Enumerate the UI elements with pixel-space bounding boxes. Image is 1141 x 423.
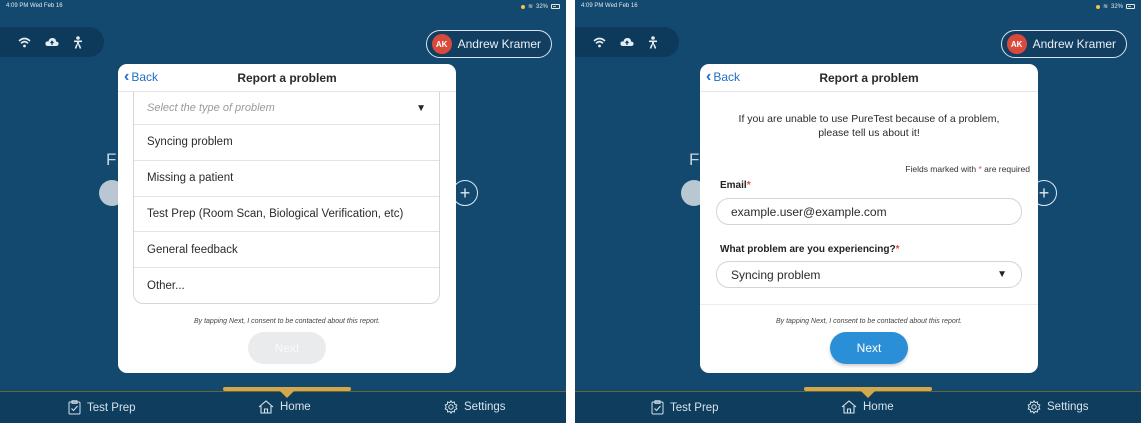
option-other[interactable]: Other... — [134, 268, 439, 304]
dropdown-placeholder: Select the type of problem — [147, 102, 275, 114]
modal-title: Report a problem — [237, 70, 337, 85]
problem-type-dropdown[interactable]: Select the type of problem ▼ Syncing pro… — [133, 92, 440, 304]
gear-icon — [1027, 400, 1041, 414]
tab-test-prep[interactable]: Test Prep — [68, 400, 136, 415]
avatar: AK — [1006, 34, 1027, 54]
email-value: example.user@example.com — [731, 204, 887, 219]
clipboard-check-icon — [651, 400, 664, 415]
home-icon — [841, 400, 857, 414]
next-button[interactable]: Next — [248, 332, 326, 364]
tab-label: Settings — [464, 401, 506, 413]
location-dot-icon — [520, 4, 525, 9]
report-problem-modal: ‹ Back Report a problem Select the type … — [118, 64, 456, 373]
user-profile-button[interactable]: AK Andrew Kramer — [1000, 30, 1127, 58]
tab-label: Test Prep — [87, 401, 136, 414]
tab-settings[interactable]: Settings — [1027, 400, 1089, 414]
tab-home[interactable]: Home — [258, 400, 311, 414]
background-heading-fragment: F — [106, 150, 117, 169]
wifi-status-icon: ≋ — [1102, 4, 1108, 10]
active-tab-caret — [861, 391, 875, 398]
tab-settings[interactable]: Settings — [444, 400, 506, 414]
accessibility-icon — [648, 35, 658, 49]
status-battery: ≋ 32% — [1095, 3, 1135, 10]
user-name: Andrew Kramer — [457, 37, 541, 51]
tab-label: Settings — [1047, 401, 1089, 413]
back-button[interactable]: ‹ Back — [706, 68, 741, 85]
wifi-status-icon: ≋ — [527, 4, 533, 10]
form-intro-text: If you are unable to use PureTest becaus… — [738, 113, 1000, 139]
clipboard-check-icon — [68, 400, 81, 415]
status-bar: 4:09 PM Wed Feb 16 ≋ 32% — [575, 0, 1141, 14]
option-syncing-problem[interactable]: Syncing problem — [134, 125, 439, 161]
location-dot-icon — [1095, 4, 1100, 9]
problem-label: What problem are you experiencing?* — [720, 244, 900, 255]
status-battery: ≋ 32% — [520, 3, 560, 10]
user-profile-button[interactable]: AK Andrew Kramer — [425, 30, 552, 58]
active-tab-caret — [280, 391, 294, 398]
dropdown-arrow-icon: ▼ — [997, 269, 1007, 280]
tab-bar: Test Prep Home Settings — [0, 387, 566, 423]
next-button[interactable]: Next — [830, 332, 908, 364]
chevron-left-icon: ‹ — [706, 68, 712, 85]
consent-text: By tapping Next, I consent to be contact… — [193, 318, 380, 325]
dropdown-arrow-icon: ▼ — [416, 102, 426, 114]
tab-label: Test Prep — [670, 401, 719, 414]
battery-percent: 32% — [1110, 3, 1123, 10]
cloud-upload-icon — [620, 37, 634, 47]
status-time: 4:09 PM Wed Feb 16 — [6, 3, 63, 9]
required-fields-note: Fields marked with * are required — [905, 164, 1030, 174]
tab-test-prep[interactable]: Test Prep — [651, 400, 719, 415]
report-problem-modal: ‹ Back Report a problem If you are unabl… — [700, 64, 1038, 373]
connection-status-pill — [575, 27, 679, 57]
home-icon — [258, 400, 274, 414]
problem-type-select[interactable]: Select the type of problem ▼ — [134, 92, 439, 125]
gear-icon — [444, 400, 458, 414]
user-name: Andrew Kramer — [1032, 37, 1116, 51]
problem-type-select[interactable]: Syncing problem ▼ — [716, 261, 1022, 288]
divider — [700, 304, 1038, 305]
status-time: 4:09 PM Wed Feb 16 — [581, 3, 638, 9]
battery-icon — [1126, 4, 1135, 9]
back-label: Back — [131, 70, 159, 84]
screen-right: 4:09 PM Wed Feb 16 ≋ 32% AK Andrew Krame… — [575, 0, 1141, 423]
option-missing-patient[interactable]: Missing a patient — [134, 161, 439, 197]
consent-text: By tapping Next, I consent to be contact… — [775, 318, 962, 325]
email-field[interactable]: example.user@example.com — [716, 198, 1022, 225]
background-heading-fragment: F — [689, 150, 700, 169]
back-label: Back — [713, 70, 741, 84]
accessibility-icon — [73, 35, 83, 49]
modal-header: ‹ Back Report a problem — [700, 64, 1038, 92]
wifi-icon — [18, 37, 31, 48]
option-test-prep[interactable]: Test Prep (Room Scan, Biological Verific… — [134, 197, 439, 233]
tab-home[interactable]: Home — [841, 400, 894, 414]
cloud-upload-icon — [45, 37, 59, 47]
avatar: AK — [431, 34, 452, 54]
problem-value: Syncing problem — [731, 267, 821, 282]
battery-icon — [551, 4, 560, 9]
tab-label: Home — [280, 401, 311, 413]
tab-bar: Test Prep Home Settings — [575, 387, 1141, 423]
status-bar: 4:09 PM Wed Feb 16 ≋ 32% — [0, 0, 566, 14]
connection-status-pill — [0, 27, 104, 57]
chevron-left-icon: ‹ — [124, 68, 130, 85]
tab-label: Home — [863, 401, 894, 413]
email-label: Email* — [720, 180, 751, 191]
option-general-feedback[interactable]: General feedback — [134, 232, 439, 269]
modal-title: Report a problem — [819, 70, 919, 85]
screen-left: 4:09 PM Wed Feb 16 ≋ 32% AK Andrew Krame… — [0, 0, 566, 423]
modal-header: ‹ Back Report a problem — [118, 64, 456, 92]
wifi-icon — [593, 37, 606, 48]
battery-percent: 32% — [535, 3, 548, 10]
back-button[interactable]: ‹ Back — [124, 68, 159, 85]
